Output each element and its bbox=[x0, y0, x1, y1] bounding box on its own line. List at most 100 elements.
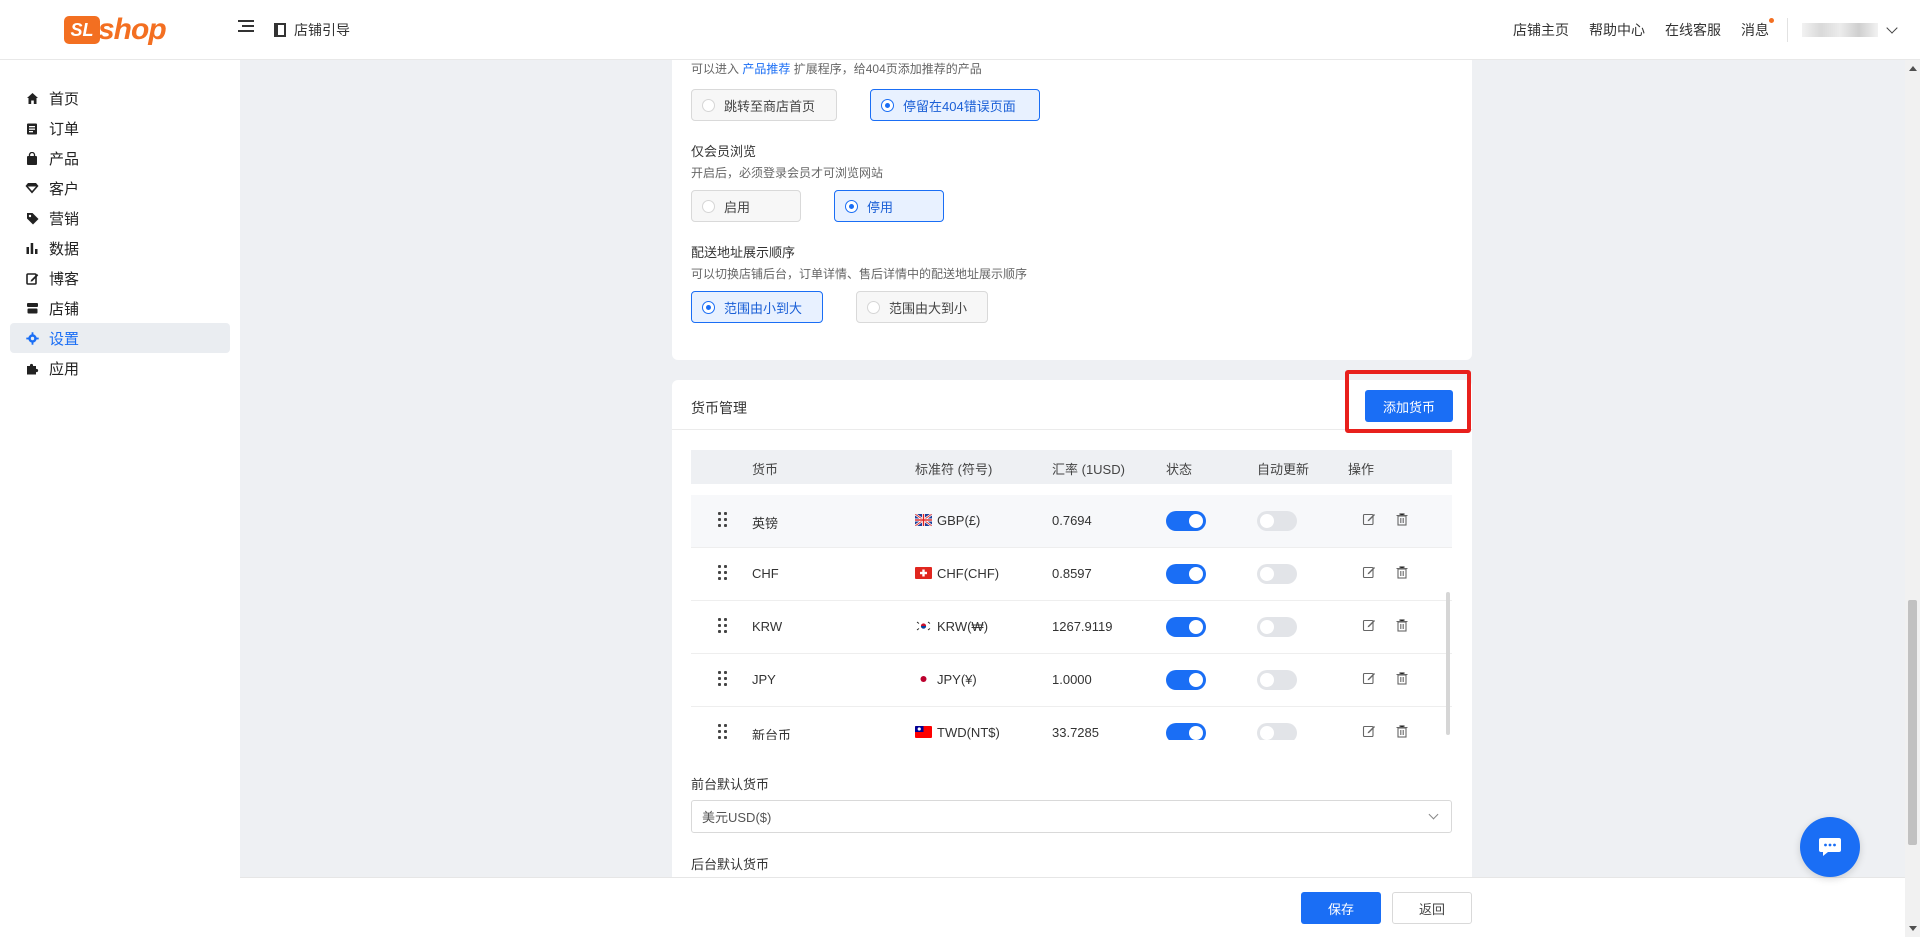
auto-update-toggle[interactable] bbox=[1257, 617, 1297, 637]
edit-icon[interactable] bbox=[1362, 671, 1376, 685]
sidebar-item-home[interactable]: 首页 bbox=[10, 83, 230, 113]
auto-update-toggle[interactable] bbox=[1257, 564, 1297, 584]
menu-toggle-icon[interactable] bbox=[238, 20, 254, 36]
currency-name: JPY bbox=[752, 672, 776, 687]
currency-rate: 0.8597 bbox=[1052, 566, 1092, 581]
front-default-currency-select[interactable]: 美元USD($) bbox=[691, 800, 1452, 833]
sidebar-item-apps[interactable]: 应用 bbox=[10, 353, 230, 383]
sidebar-item-marketing[interactable]: 营销 bbox=[10, 203, 230, 233]
unread-dot bbox=[1769, 18, 1774, 23]
radio-member-enable[interactable]: 启用 bbox=[691, 190, 801, 222]
currency-code-text: JPY(¥) bbox=[937, 672, 977, 687]
logo[interactable]: SL shop bbox=[64, 12, 167, 48]
status-toggle[interactable] bbox=[1166, 723, 1206, 740]
product-recommend-link[interactable]: 产品推荐 bbox=[742, 62, 790, 76]
currency-name: CHF bbox=[752, 566, 779, 581]
sidebar: 首页 订单 产品 客户 营销 数据 博客 店铺 设置 应用 bbox=[0, 60, 240, 937]
sidebar-item-label: 店铺 bbox=[49, 300, 80, 318]
store-home-link[interactable]: 店铺主页 bbox=[1513, 20, 1569, 40]
top-header: SL shop 店铺引导 店铺主页 帮助中心 在线客服 消息 bbox=[0, 0, 1920, 60]
online-service-link[interactable]: 在线客服 bbox=[1665, 20, 1721, 40]
drag-handle-icon[interactable] bbox=[718, 671, 728, 687]
general-settings-card: 可以进入 产品推荐 扩展程序，给404页添加推荐的产品 跳转至商店首页 停留在4… bbox=[672, 60, 1472, 360]
sidebar-item-customers[interactable]: 客户 bbox=[10, 173, 230, 203]
currency-code-text: KRW(₩) bbox=[937, 619, 989, 634]
delete-icon[interactable] bbox=[1395, 671, 1409, 685]
sidebar-item-orders[interactable]: 订单 bbox=[10, 113, 230, 143]
book-icon bbox=[274, 23, 286, 37]
sidebar-item-settings[interactable]: 设置 bbox=[10, 323, 230, 353]
store-guide-link[interactable]: 店铺引导 bbox=[274, 20, 350, 40]
radio-member-disable[interactable]: 停用 bbox=[834, 190, 944, 222]
scroll-down-icon[interactable] bbox=[1909, 926, 1917, 931]
help-center-link[interactable]: 帮助中心 bbox=[1589, 20, 1645, 40]
edit-icon[interactable] bbox=[1362, 724, 1376, 738]
radio-small-to-large[interactable]: 范围由小到大 bbox=[691, 291, 823, 323]
radio-label: 停用 bbox=[867, 199, 894, 215]
radio-redirect-home[interactable]: 跳转至商店首页 bbox=[691, 89, 837, 121]
col-auto-update: 自动更新 bbox=[1257, 462, 1310, 477]
delete-icon[interactable] bbox=[1395, 618, 1409, 632]
edit-icon[interactable] bbox=[1362, 618, 1376, 632]
store-icon bbox=[25, 301, 39, 315]
table-scrollbar[interactable] bbox=[1446, 592, 1450, 735]
user-menu[interactable] bbox=[1802, 22, 1898, 37]
status-toggle[interactable] bbox=[1166, 511, 1206, 531]
sidebar-item-blog[interactable]: 博客 bbox=[10, 263, 230, 293]
page-scrollbar[interactable] bbox=[1905, 60, 1920, 937]
radio-label: 启用 bbox=[724, 199, 751, 215]
currency-name: KRW bbox=[752, 619, 783, 634]
drag-handle-icon[interactable] bbox=[718, 512, 728, 528]
edit-icon[interactable] bbox=[1362, 565, 1376, 579]
tag-icon bbox=[25, 211, 39, 225]
address-order-title: 配送地址展示顺序 bbox=[691, 245, 796, 260]
sidebar-item-data[interactable]: 数据 bbox=[10, 233, 230, 263]
drag-handle-icon[interactable] bbox=[718, 724, 728, 740]
header-divider bbox=[1787, 18, 1788, 42]
sidebar-item-label: 首页 bbox=[49, 90, 80, 108]
col-actions: 操作 bbox=[1348, 462, 1375, 477]
chat-bubble-icon bbox=[1819, 838, 1841, 856]
table-row: 新台币 TWD(NT$) 33.7285 bbox=[691, 707, 1452, 740]
drag-handle-icon[interactable] bbox=[718, 618, 728, 634]
scrollbar-thumb[interactable] bbox=[1908, 600, 1917, 845]
radio-label: 范围由大到小 bbox=[889, 300, 968, 316]
currency-code: JPY(¥) bbox=[915, 672, 977, 687]
col-rate: 汇率 (1USD) bbox=[1052, 462, 1125, 477]
auto-update-toggle[interactable] bbox=[1257, 511, 1297, 531]
drag-handle-icon[interactable] bbox=[718, 565, 728, 581]
scroll-up-icon[interactable] bbox=[1909, 66, 1917, 71]
back-button[interactable]: 返回 bbox=[1392, 892, 1472, 924]
radio-large-to-small[interactable]: 范围由大到小 bbox=[856, 291, 988, 323]
select-value: 美元USD($) bbox=[702, 810, 772, 825]
page404-hint-prefix: 可以进入 bbox=[691, 62, 740, 76]
chevron-down-icon bbox=[1886, 22, 1898, 34]
currency-management-card: 货币管理 添加货币 货币 标准符 (符号) 汇率 (1USD) 状态 自动更新 … bbox=[672, 380, 1472, 937]
radio-stay-404[interactable]: 停留在404错误页面 bbox=[870, 89, 1040, 121]
status-toggle[interactable] bbox=[1166, 617, 1206, 637]
sidebar-item-store[interactable]: 店铺 bbox=[10, 293, 230, 323]
messages-link[interactable]: 消息 bbox=[1741, 18, 1774, 40]
delete-icon[interactable] bbox=[1395, 512, 1409, 526]
action-footer: 保存 返回 bbox=[240, 877, 1920, 937]
flag-tw-icon bbox=[915, 726, 932, 738]
sidebar-item-products[interactable]: 产品 bbox=[10, 143, 230, 173]
top-links: 店铺主页 帮助中心 在线客服 消息 bbox=[1493, 0, 1898, 60]
puzzle-icon bbox=[25, 361, 39, 375]
edit-icon[interactable] bbox=[1362, 512, 1376, 526]
currency-code: KRW(₩) bbox=[915, 619, 988, 634]
chat-button[interactable] bbox=[1800, 817, 1860, 877]
delete-icon[interactable] bbox=[1395, 565, 1409, 579]
save-button[interactable]: 保存 bbox=[1301, 892, 1381, 924]
currency-code: TWD(NT$) bbox=[915, 725, 1000, 740]
back-default-currency-label: 后台默认货币 bbox=[691, 857, 770, 872]
delete-icon[interactable] bbox=[1395, 724, 1409, 738]
auto-update-toggle[interactable] bbox=[1257, 723, 1297, 740]
auto-update-toggle[interactable] bbox=[1257, 670, 1297, 690]
status-toggle[interactable] bbox=[1166, 564, 1206, 584]
currency-rate: 33.7285 bbox=[1052, 725, 1099, 740]
currency-rate: 0.7694 bbox=[1052, 513, 1092, 528]
col-code: 标准符 (符号) bbox=[915, 462, 993, 477]
status-toggle[interactable] bbox=[1166, 670, 1206, 690]
gear-icon bbox=[25, 331, 39, 345]
